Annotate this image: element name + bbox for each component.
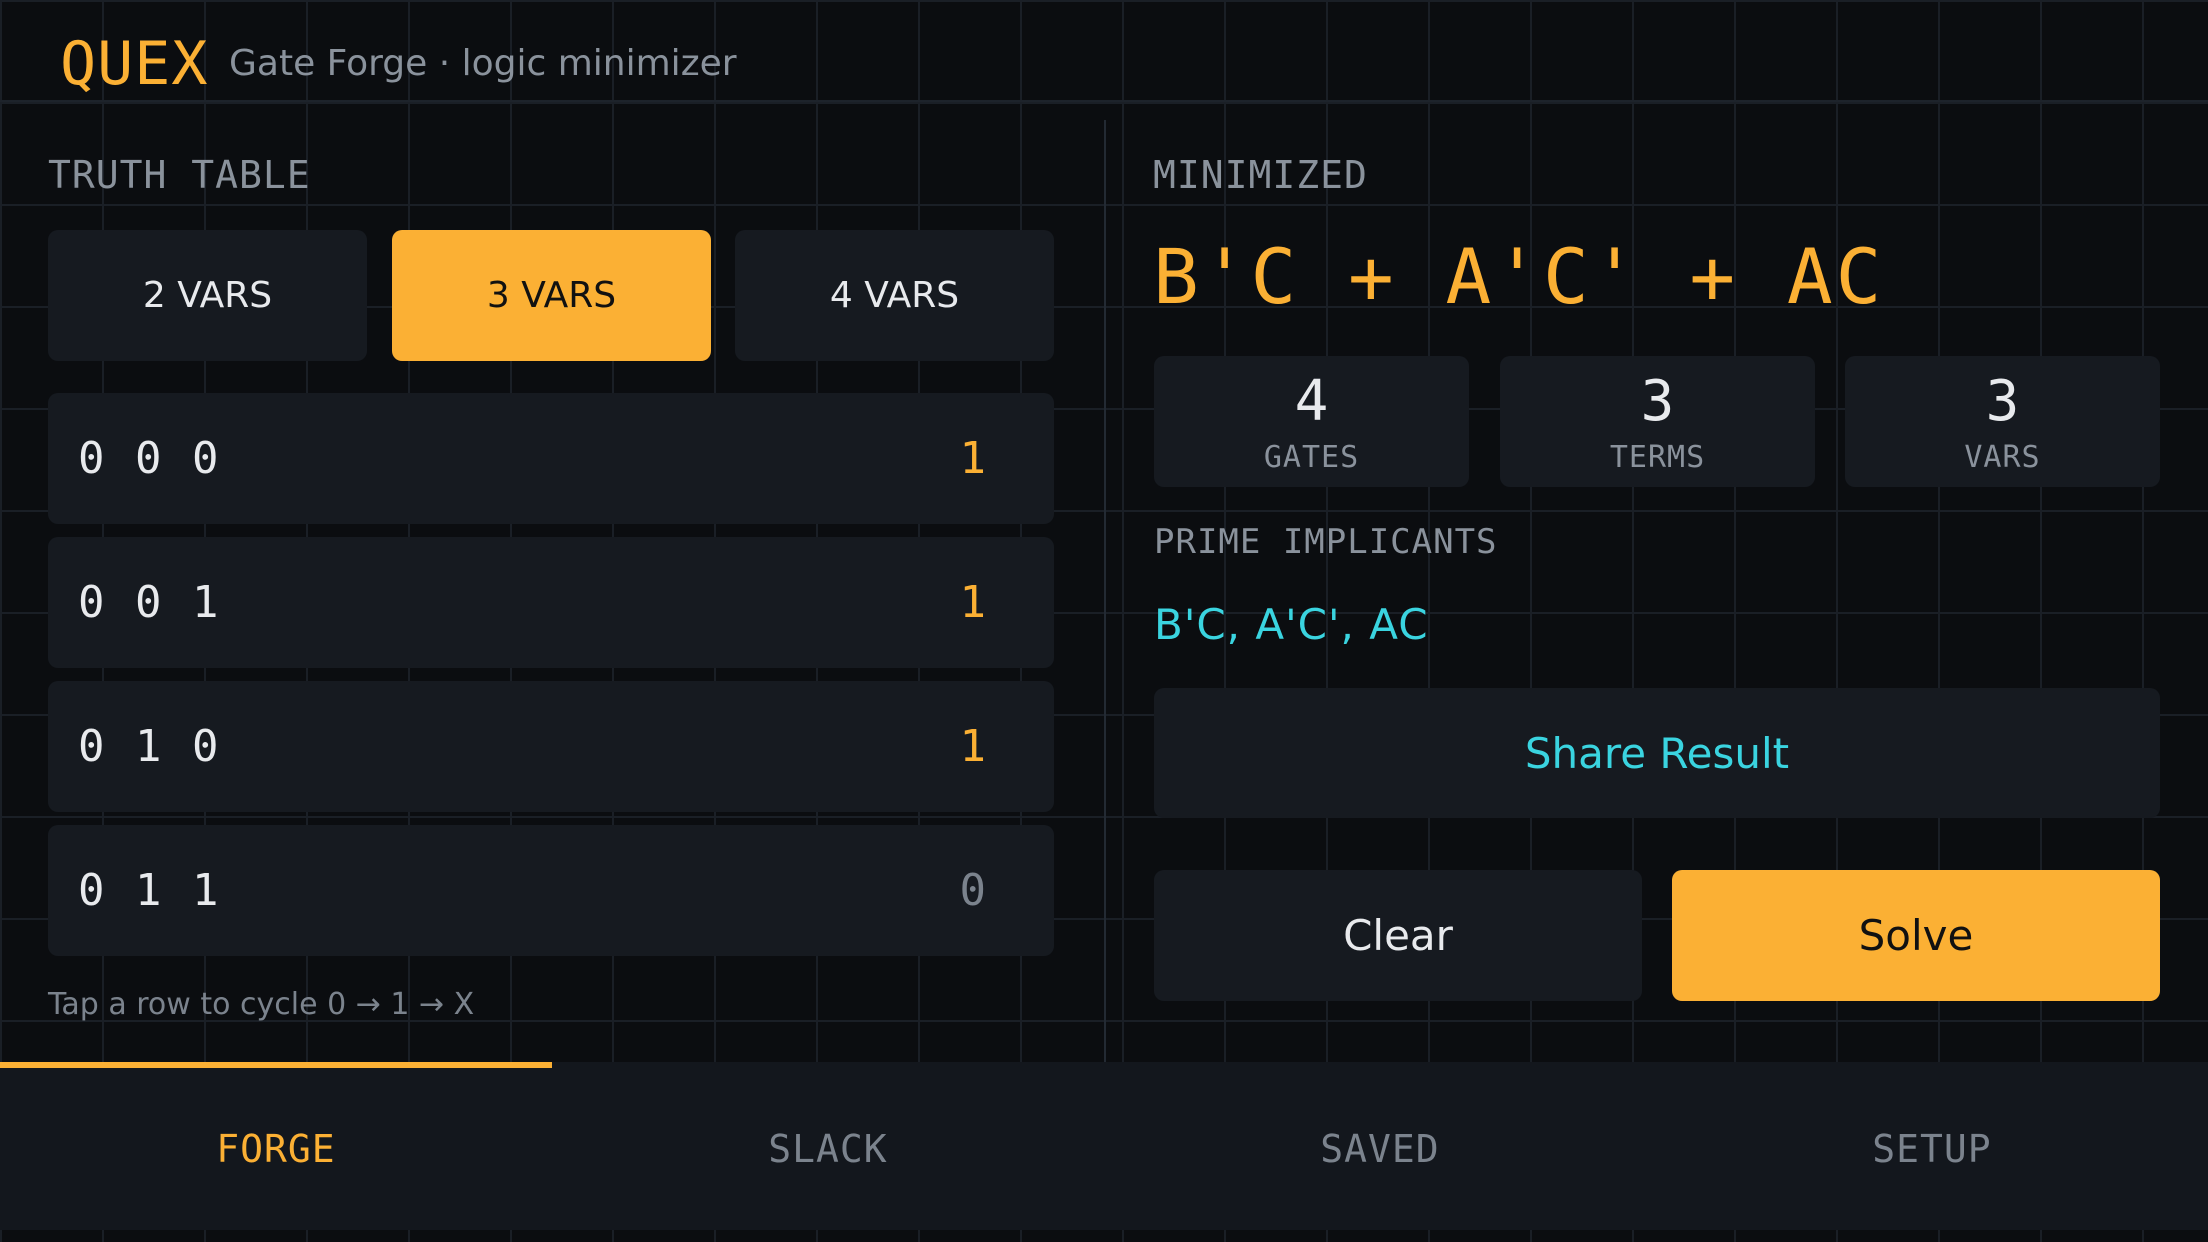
stat-card-terms: 3 TERMS [1500,356,1815,487]
nav-tab-saved[interactable]: SAVED [1104,1068,1656,1230]
app-subtitle: Gate Forge · logic minimizer [229,43,737,84]
row-output: 0 [959,865,987,916]
stat-label: GATES [1263,440,1360,475]
prime-implicants-label: PRIME IMPLICANTS [1154,522,1498,562]
solve-button[interactable]: Solve [1672,870,2160,1001]
minimized-label: MINIMIZED [1153,153,1368,197]
row-inputs: 0 1 0 [78,721,221,772]
row-inputs: 0 0 0 [78,433,221,484]
prime-implicants-list: B'C, A'C', AC [1154,600,1429,649]
stat-value: 4 [1294,369,1329,434]
stat-card-vars: 3 VARS [1845,356,2160,487]
row-output: 1 [959,433,987,484]
panel-divider [1104,120,1106,1062]
stat-label: VARS [1964,440,2041,475]
truth-table-row[interactable]: 0 0 0 1 [48,393,1054,524]
nav-tab-forge[interactable]: FORGE [0,1068,552,1230]
row-inputs: 0 1 1 [78,865,221,916]
stat-label: TERMS [1609,440,1706,475]
nav-tab-slack[interactable]: SLACK [552,1068,1104,1230]
stat-value: 3 [1640,369,1675,434]
nav-tab-setup[interactable]: SETUP [1656,1068,2208,1230]
row-output: 1 [959,577,987,628]
tab-3-vars[interactable]: 3 VARS [392,230,711,361]
truth-table-label: TRUTH TABLE [48,153,311,197]
tab-4-vars[interactable]: 4 VARS [735,230,1054,361]
share-result-button[interactable]: Share Result [1154,688,2160,818]
truth-table-row[interactable]: 0 0 1 1 [48,537,1054,668]
row-output: 1 [959,721,987,772]
app-logo: QUEX [60,29,209,99]
truth-table-row[interactable]: 0 1 0 1 [48,681,1054,812]
minimized-expression: B'C + A'C' + AC [1153,232,1885,321]
truth-table-row[interactable]: 0 1 1 0 [48,825,1054,956]
row-inputs: 0 0 1 [78,577,221,628]
tab-2-vars[interactable]: 2 VARS [48,230,367,361]
header-divider [0,100,2208,102]
stat-card-gates: 4 GATES [1154,356,1469,487]
stat-value: 3 [1985,369,2020,434]
clear-button[interactable]: Clear [1154,870,1642,1001]
cycle-hint: Tap a row to cycle 0 → 1 → X [48,987,475,1022]
